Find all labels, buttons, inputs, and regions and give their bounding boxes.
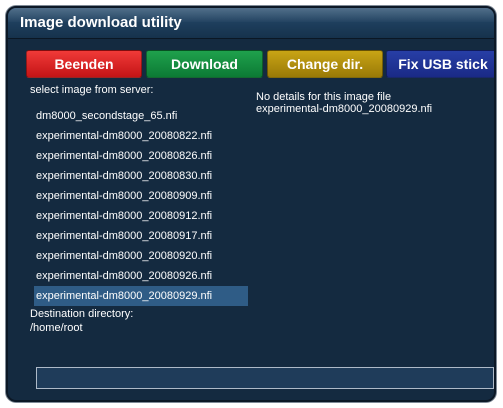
image-details: No details for this image file experimen… [256,91,432,115]
image-list[interactable]: dm8000_secondstage_65.nfi experimental-dm… [34,106,248,306]
download-utility-window: Image download utility Beenden Download … [6,6,496,402]
image-list-item[interactable]: experimental-dm8000_20080909.nfi [34,186,248,206]
image-list-item[interactable]: experimental-dm8000_20080917.nfi [34,226,248,246]
image-list-item[interactable]: experimental-dm8000_20080929.nfi [34,286,248,306]
download-button[interactable]: Download [146,50,263,78]
fix-usb-stick-button[interactable]: Fix USB stick [386,50,494,78]
details-filename: experimental-dm8000_20080929.nfi [256,103,433,115]
image-list-item[interactable]: experimental-dm8000_20080926.nfi [34,266,248,286]
image-list-item[interactable]: experimental-dm8000_20080830.nfi [34,166,248,186]
image-list-item[interactable]: experimental-dm8000_20080826.nfi [34,146,248,166]
change-dir-button[interactable]: Change dir. [267,50,383,78]
window-title: Image download utility [20,14,182,31]
image-list-label: select image from server: [30,84,154,96]
image-list-item[interactable]: experimental-dm8000_20080920.nfi [34,246,248,266]
download-progress-bar [36,367,494,389]
destination-path: /home/root [30,322,83,334]
details-message: No details for this image file [256,91,392,103]
image-list-item[interactable]: experimental-dm8000_20080822.nfi [34,126,248,146]
image-list-item[interactable]: experimental-dm8000_20080912.nfi [34,206,248,226]
destination-label: Destination directory: [30,308,134,320]
exit-button[interactable]: Beenden [26,50,142,78]
image-list-item[interactable]: dm8000_secondstage_65.nfi [34,106,248,126]
title-bar: Image download utility [8,8,494,39]
